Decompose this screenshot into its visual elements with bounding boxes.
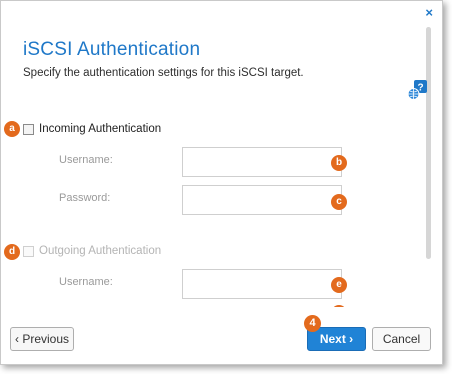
previous-button[interactable]: ‹ Previous	[10, 327, 74, 351]
incoming-password-label: Password:	[59, 192, 111, 204]
incoming-auth-label: Incoming Authentication	[39, 123, 162, 135]
callout-4: 4	[304, 315, 321, 332]
callout-a: a	[4, 121, 20, 137]
dialog-title: iSCSI Authentication	[23, 39, 201, 60]
outgoing-auth-label: Outgoing Authentication	[39, 245, 162, 257]
callout-b: b	[331, 155, 347, 171]
help-globe-icon[interactable]: ?	[407, 79, 429, 101]
dialog-subtitle: Specify the authentication settings for …	[23, 67, 304, 79]
vertical-scrollbar[interactable]	[426, 27, 431, 259]
scrollbar-thumb[interactable]	[426, 27, 431, 259]
incoming-username-field[interactable]	[182, 147, 342, 177]
callout-c: c	[331, 194, 347, 210]
callout-d: d	[4, 244, 20, 260]
incoming-auth-checkbox[interactable]	[23, 124, 34, 135]
outgoing-username-label: Username:	[59, 276, 113, 288]
outgoing-auth-checkbox[interactable]	[23, 246, 34, 257]
incoming-username-label: Username:	[59, 154, 113, 166]
incoming-password-field[interactable]	[182, 185, 342, 215]
callout-e: e	[331, 277, 347, 293]
outgoing-username-field[interactable]	[182, 269, 342, 299]
close-icon[interactable]: ×	[425, 5, 433, 20]
cancel-button[interactable]: Cancel	[372, 327, 431, 351]
iscsi-auth-dialog: × iSCSI Authentication Specify the authe…	[0, 0, 443, 365]
